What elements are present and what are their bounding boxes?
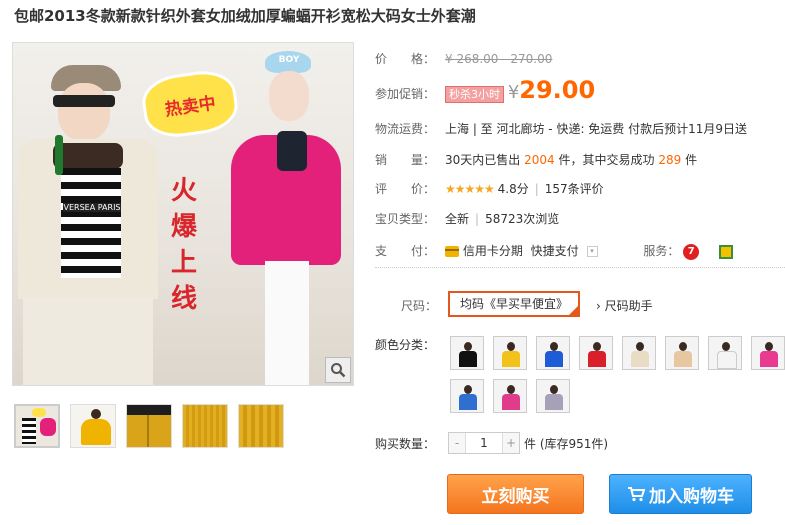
stock-info: 件 (库存951件) (524, 437, 609, 451)
original-price: ¥ 268.00 - 270.00 (445, 52, 553, 66)
payment-row: 支 付： 信用卡分期 快捷支付 ▾ 服务： 7 (375, 242, 734, 260)
model-left: VERSEA PARIS (13, 43, 163, 385)
add-to-cart-button[interactable]: 加入购物车 (609, 474, 752, 514)
thumbnail-4[interactable] (182, 404, 228, 448)
quantity-stepper[interactable]: - 1 + (448, 432, 520, 454)
fast-pay-link[interactable]: 快捷支付 (531, 244, 579, 258)
service-label: 服务： (643, 244, 680, 258)
color-swatch[interactable] (450, 379, 484, 413)
color-swatch[interactable] (665, 336, 699, 370)
credit-installment-link[interactable]: 信用卡分期 (463, 244, 523, 258)
review-count-link[interactable]: 157条评价 (545, 182, 604, 196)
color-swatch[interactable] (536, 336, 570, 370)
model-right: BOY (213, 43, 353, 385)
size-helper-link[interactable]: › 尺码助手 (596, 297, 653, 314)
rating-stars: ★★★★★ (445, 182, 495, 196)
current-price: 29.00 (519, 76, 596, 104)
color-swatch[interactable] (622, 336, 656, 370)
sales-row: 销 量： 30天内已售出 2004 件，其中交易成功 289 件 (375, 153, 698, 167)
thumbnail-5[interactable] (238, 404, 284, 448)
thumbnail-strip (14, 404, 284, 448)
thumbnail-1[interactable] (14, 404, 60, 448)
size-option-selected[interactable]: 均码《早买早便宜》 ✓ (448, 291, 580, 317)
quantity-increase-button[interactable]: + (503, 433, 519, 453)
shipping-info[interactable]: 上海 | 至 河北廊坊 - 快递: 免运费 付款后预计11月9日送 (445, 122, 747, 136)
thumbnail-3[interactable] (126, 404, 172, 448)
zoom-button[interactable] (325, 357, 351, 383)
magnifier-icon (331, 363, 346, 378)
cart-icon (628, 487, 645, 502)
seven-day-return-icon[interactable]: 7 (683, 243, 700, 260)
color-swatch[interactable] (493, 336, 527, 370)
hat-text: BOY (278, 55, 300, 65)
product-title: 包邮2013冬款新款针织外套女加绒加厚蝙蝠开衫宽松大码女士外套潮 (14, 7, 476, 25)
currency-symbol: ¥ (507, 82, 520, 103)
quantity-input[interactable]: 1 (465, 433, 503, 453)
guarantee-icon[interactable] (719, 244, 734, 259)
buy-now-button[interactable]: 立刻购买 (447, 474, 584, 514)
promo-price-row: 参加促销： 秒杀3小时 ¥29.00 (375, 76, 596, 104)
color-swatch[interactable] (751, 336, 785, 370)
main-product-image[interactable]: VERSEA PARIS 热卖中 火爆上线 BOY (12, 42, 354, 386)
flash-sale-badge: 秒杀3小时 (445, 86, 504, 103)
item-type-row: 宝贝类型： 全新 | 58723次浏览 (375, 212, 560, 226)
thumbnail-2[interactable] (70, 404, 116, 448)
success-count: 289 (658, 153, 682, 167)
sold-count: 2004 (524, 153, 555, 167)
color-swatch[interactable] (493, 379, 527, 413)
credit-card-icon (445, 246, 459, 257)
view-count: 58723次浏览 (485, 212, 560, 226)
shipping-row: 物流运费： 上海 | 至 河北廊坊 - 快递: 免运费 付款后预计11月9日送 (375, 122, 748, 136)
item-condition: 全新 (445, 212, 470, 226)
size-row: 尺码： (401, 299, 438, 313)
color-swatch[interactable] (450, 336, 484, 370)
shirt-text: VERSEA PARIS (63, 203, 121, 212)
quantity-label: 购买数量： (375, 437, 436, 451)
color-swatch[interactable] (536, 379, 570, 413)
rating-row: 评 价： ★★★★★ 4.8分 | 157条评价 (375, 182, 604, 196)
color-swatch[interactable] (708, 336, 742, 370)
divider (375, 267, 785, 268)
color-label: 颜色分类： (375, 338, 436, 352)
quantity-decrease-button[interactable]: - (449, 433, 465, 453)
original-price-row: 价 格： ¥ 268.00 - 270.00 (375, 52, 553, 66)
color-swatch[interactable] (579, 336, 613, 370)
slogan-text: 火爆上线 (171, 176, 198, 314)
rating-score: 4.8分 (497, 182, 529, 196)
chevron-down-icon[interactable]: ▾ (586, 246, 598, 257)
